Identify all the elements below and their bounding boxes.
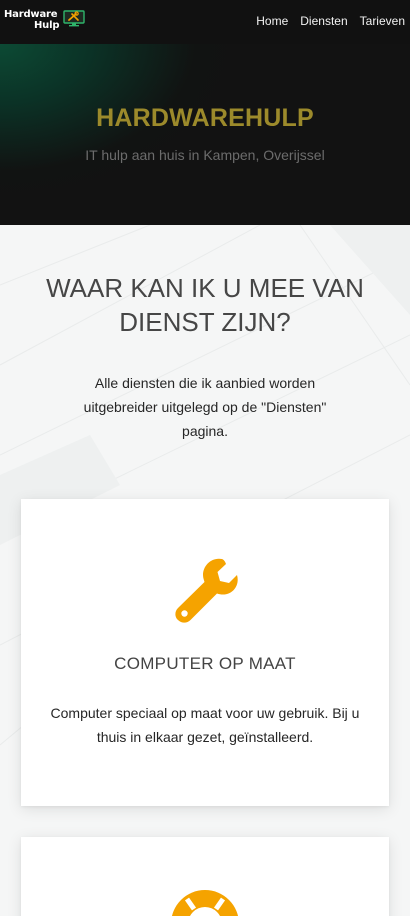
service-card: COMPUTER OP MAAT Computer speciaal op ma…: [21, 499, 389, 806]
hero-banner: HARDWAREHULP IT hulp aan huis in Kampen,…: [0, 44, 410, 225]
logo-line-1: Hardware: [4, 9, 58, 20]
services-section: WAAR KAN IK U MEE VAN DIENST ZIJN? Alle …: [0, 225, 410, 916]
main-nav: Home Diensten Tarieven: [244, 14, 405, 28]
logo-line-2: Hulp: [34, 20, 60, 31]
navbar: Hardware Hulp Home Diensten Tarieven: [0, 0, 410, 44]
nav-link-tarieven[interactable]: Tarieven: [360, 14, 405, 28]
site-logo[interactable]: Hardware Hulp: [4, 9, 85, 33]
nav-link-home[interactable]: Home: [256, 14, 288, 28]
service-card: [21, 837, 389, 916]
logo-text: Hardware Hulp: [4, 9, 59, 31]
wrench-icon: [175, 558, 238, 623]
hero-title: HARDWAREHULP: [96, 104, 314, 132]
monitor-tools-icon: [63, 10, 85, 27]
nav-link-diensten[interactable]: Diensten: [300, 14, 347, 28]
service-card-title: COMPUTER OP MAAT: [114, 654, 296, 673]
lifebuoy-icon: [171, 890, 239, 916]
service-card-text: Computer speciaal op maat voor uw gebrui…: [50, 705, 360, 745]
services-heading: WAAR KAN IK U MEE VAN DIENST ZIJN?: [46, 273, 364, 337]
hero-subtitle: IT hulp aan huis in Kampen, Overijssel: [85, 147, 325, 163]
services-intro: Alle diensten die ik aanbied worden uitg…: [83, 375, 327, 439]
